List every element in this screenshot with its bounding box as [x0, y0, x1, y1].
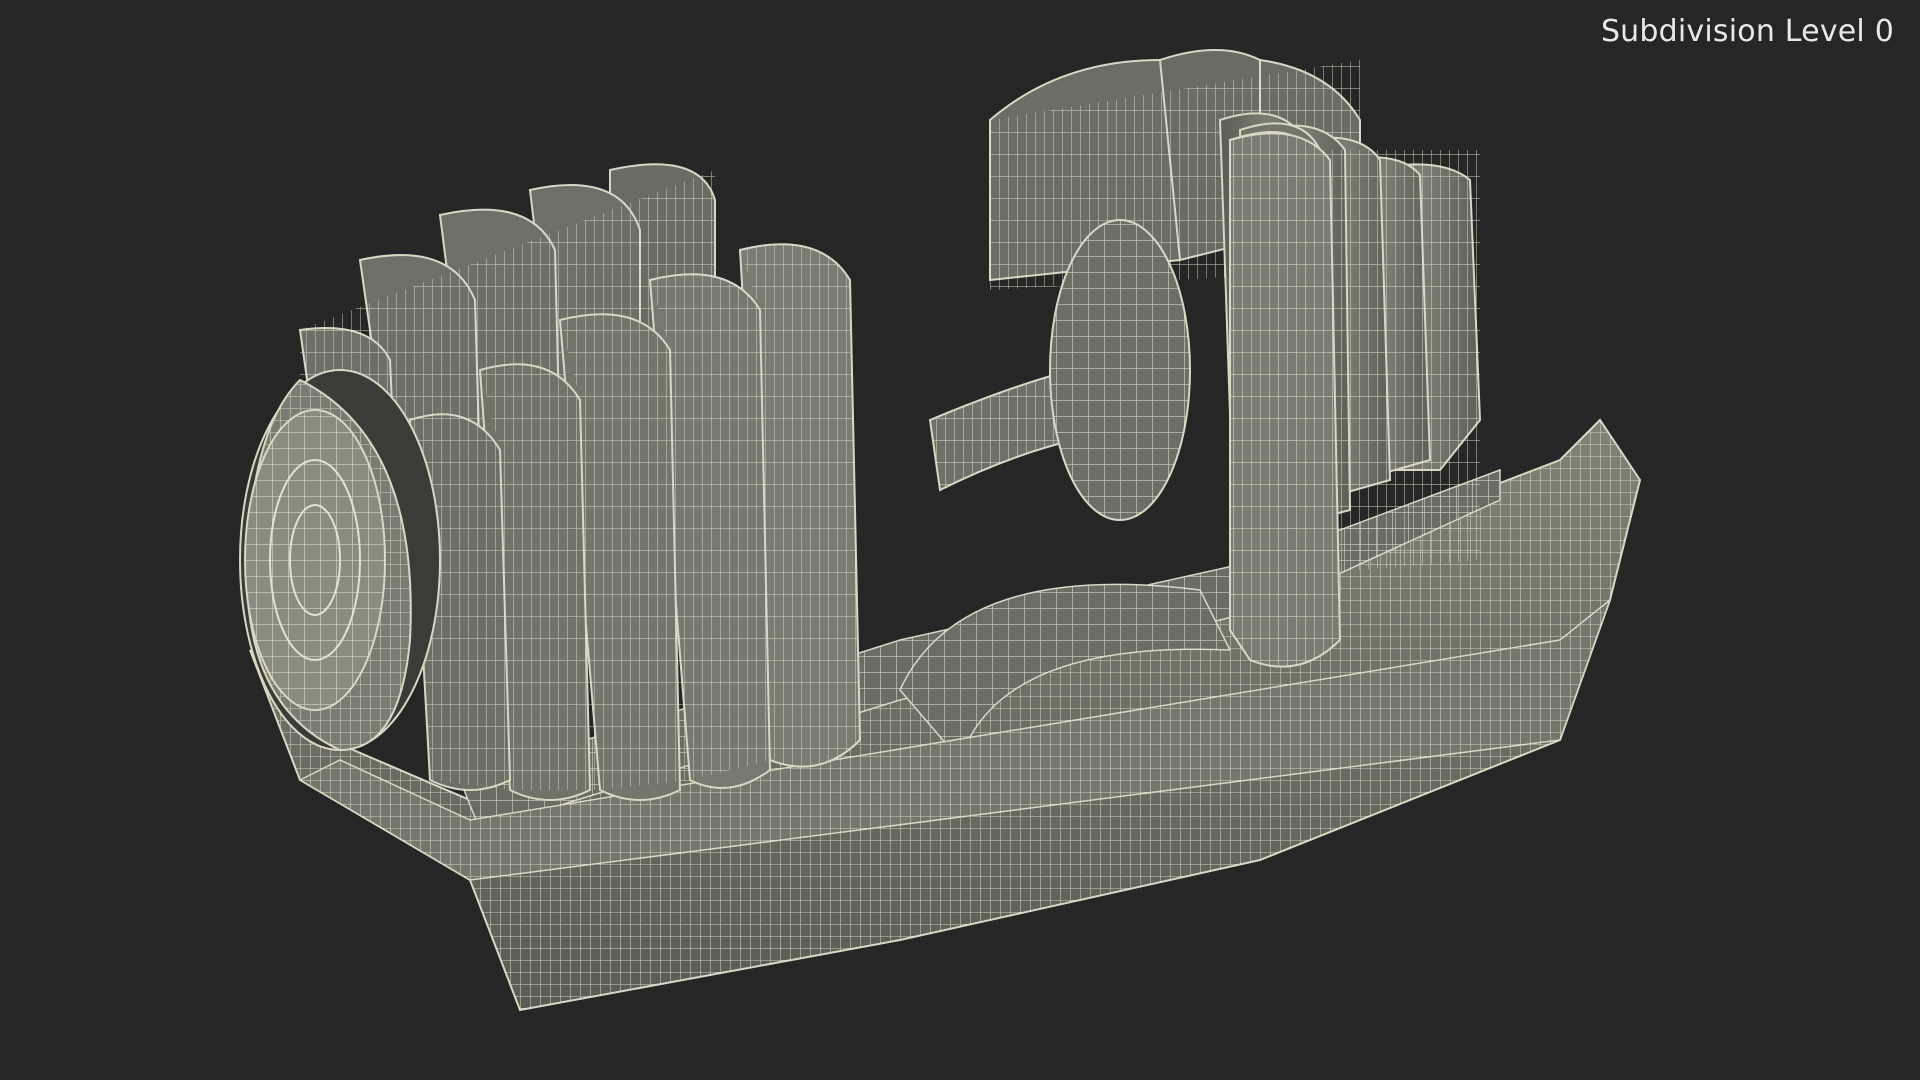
- dumbbell-render: [239, 49, 1642, 1012]
- right-hub-disc: [1049, 219, 1191, 521]
- selector-dial: [239, 369, 441, 752]
- render-viewport: [0, 0, 1920, 1080]
- subdivision-level-label: Subdivision Level 0: [1600, 14, 1894, 49]
